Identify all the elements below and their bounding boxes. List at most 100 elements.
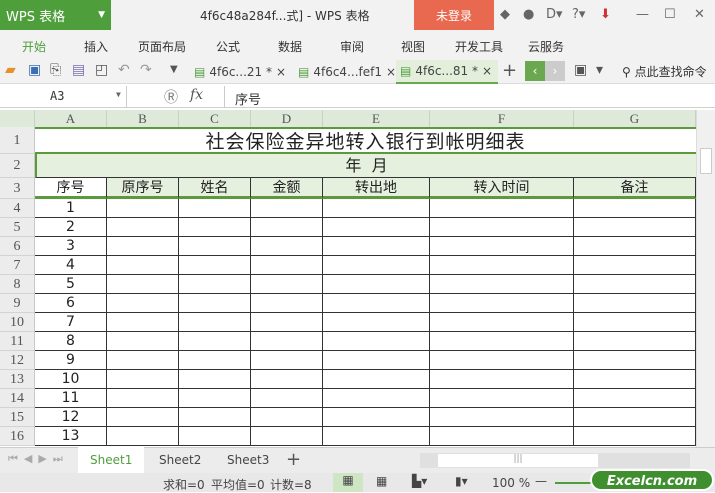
data-cell[interactable]	[179, 370, 251, 389]
row-header-11[interactable]: 11	[0, 332, 35, 351]
normal-view-icon[interactable]: ▦	[333, 473, 363, 492]
doc-tab-1[interactable]: ▤ 4f6c...21 * ×	[190, 60, 290, 84]
data-cell[interactable]	[323, 408, 430, 427]
minimize-button[interactable]: —	[636, 7, 649, 22]
data-cell[interactable]	[251, 256, 323, 275]
data-cell[interactable]	[179, 427, 251, 446]
data-cell[interactable]	[107, 389, 179, 408]
data-cell[interactable]	[107, 427, 179, 446]
print-preview-icon[interactable]: ◰	[95, 62, 108, 78]
column-header-B[interactable]: B	[107, 110, 179, 127]
data-cell[interactable]	[574, 408, 696, 427]
data-cell[interactable]	[323, 199, 430, 218]
header-cell[interactable]: 转入时间	[430, 178, 574, 199]
open-icon[interactable]: ▰	[5, 62, 16, 78]
data-cell[interactable]	[251, 389, 323, 408]
row-header-6[interactable]: 6	[0, 237, 35, 256]
column-header-A[interactable]: A	[35, 110, 107, 127]
pdf-icon[interactable]: ⎘	[50, 62, 61, 78]
menu-developer[interactable]: 开发工具	[455, 38, 503, 55]
menu-formula[interactable]: 公式	[216, 38, 240, 55]
data-cell[interactable]	[107, 332, 179, 351]
data-cell[interactable]	[107, 351, 179, 370]
row-header-4[interactable]: 4	[0, 199, 35, 218]
data-cell[interactable]	[107, 370, 179, 389]
header-cell[interactable]: 序号	[35, 178, 107, 199]
undo-icon[interactable]: ↶	[118, 62, 130, 78]
data-cell[interactable]	[179, 218, 251, 237]
data-cell[interactable]	[430, 275, 574, 294]
sheet-title[interactable]: 社会保险金异地转入银行到帐明细表	[35, 127, 696, 154]
zoom-slider[interactable]	[555, 482, 595, 484]
data-cell[interactable]	[251, 294, 323, 313]
close-tab-icon[interactable]: ×	[276, 65, 286, 79]
data-cell[interactable]	[323, 427, 430, 446]
window-icon[interactable]: ▣	[574, 62, 587, 78]
data-cell[interactable]	[574, 275, 696, 294]
data-cell[interactable]	[179, 389, 251, 408]
formula-input[interactable]: 序号	[224, 86, 715, 108]
data-cell[interactable]	[107, 408, 179, 427]
data-cell[interactable]	[179, 313, 251, 332]
row-header-10[interactable]: 10	[0, 313, 35, 332]
row-header-9[interactable]: 9	[0, 294, 35, 313]
seq-cell[interactable]: 10	[35, 370, 107, 389]
data-cell[interactable]	[430, 237, 574, 256]
help-icon[interactable]: ?▾	[572, 7, 585, 22]
data-cell[interactable]	[107, 294, 179, 313]
eye-protect-icon[interactable]: ▮▾	[455, 474, 468, 488]
data-cell[interactable]	[430, 389, 574, 408]
data-cell[interactable]	[323, 370, 430, 389]
data-cell[interactable]	[107, 218, 179, 237]
save-icon[interactable]: ▣	[28, 62, 41, 78]
data-cell[interactable]	[574, 294, 696, 313]
data-cell[interactable]	[430, 294, 574, 313]
tab-prev-button[interactable]: ‹	[525, 61, 545, 81]
data-cell[interactable]	[107, 256, 179, 275]
vertical-scrollbar[interactable]	[696, 110, 715, 447]
row-header-2[interactable]: 2	[0, 154, 35, 178]
column-header-C[interactable]: C	[179, 110, 251, 127]
data-cell[interactable]	[323, 332, 430, 351]
column-header-E[interactable]: E	[323, 110, 430, 127]
seq-cell[interactable]: 8	[35, 332, 107, 351]
data-cell[interactable]	[574, 332, 696, 351]
data-cell[interactable]	[323, 313, 430, 332]
menu-view[interactable]: 视图	[401, 38, 425, 55]
redo-icon[interactable]: ↷	[140, 62, 152, 78]
skin-icon[interactable]: ◆	[500, 7, 510, 22]
data-cell[interactable]	[574, 427, 696, 446]
menu-insert[interactable]: 插入	[84, 38, 108, 55]
data-cell[interactable]	[430, 427, 574, 446]
data-cell[interactable]	[251, 370, 323, 389]
data-cell[interactable]	[251, 427, 323, 446]
sheet-tab-3[interactable]: Sheet3	[215, 447, 281, 473]
data-cell[interactable]	[323, 218, 430, 237]
fx-icon[interactable]: fx	[190, 87, 203, 103]
data-cell[interactable]	[430, 313, 574, 332]
seq-cell[interactable]: 2	[35, 218, 107, 237]
data-cell[interactable]	[251, 332, 323, 351]
header-cell[interactable]: 原序号	[107, 178, 179, 199]
tab-next-button[interactable]: ›	[545, 61, 565, 81]
data-cell[interactable]	[179, 237, 251, 256]
data-cell[interactable]	[179, 332, 251, 351]
data-cell[interactable]	[323, 256, 430, 275]
date-subtitle[interactable]: 年 月	[35, 154, 696, 178]
add-sheet-button[interactable]: +	[286, 449, 301, 470]
menu-page-layout[interactable]: 页面布局	[138, 38, 186, 55]
select-all-corner[interactable]	[0, 110, 35, 127]
seq-cell[interactable]: 7	[35, 313, 107, 332]
data-cell[interactable]	[323, 351, 430, 370]
scroll-thumb[interactable]	[700, 148, 712, 174]
data-cell[interactable]	[179, 199, 251, 218]
row-header-13[interactable]: 13	[0, 370, 35, 389]
doc-tab-3[interactable]: ▤ 4f6c...81 * ×	[396, 60, 498, 84]
seq-cell[interactable]: 3	[35, 237, 107, 256]
header-cell[interactable]: 姓名	[179, 178, 251, 199]
row-header-16[interactable]: 16	[0, 427, 35, 446]
page-break-view-icon[interactable]: ▦	[376, 474, 387, 488]
reading-layout-icon[interactable]: ▙▾	[412, 474, 427, 488]
data-cell[interactable]	[107, 313, 179, 332]
zoom-formula-icon[interactable]: Ⓡ	[164, 87, 178, 107]
